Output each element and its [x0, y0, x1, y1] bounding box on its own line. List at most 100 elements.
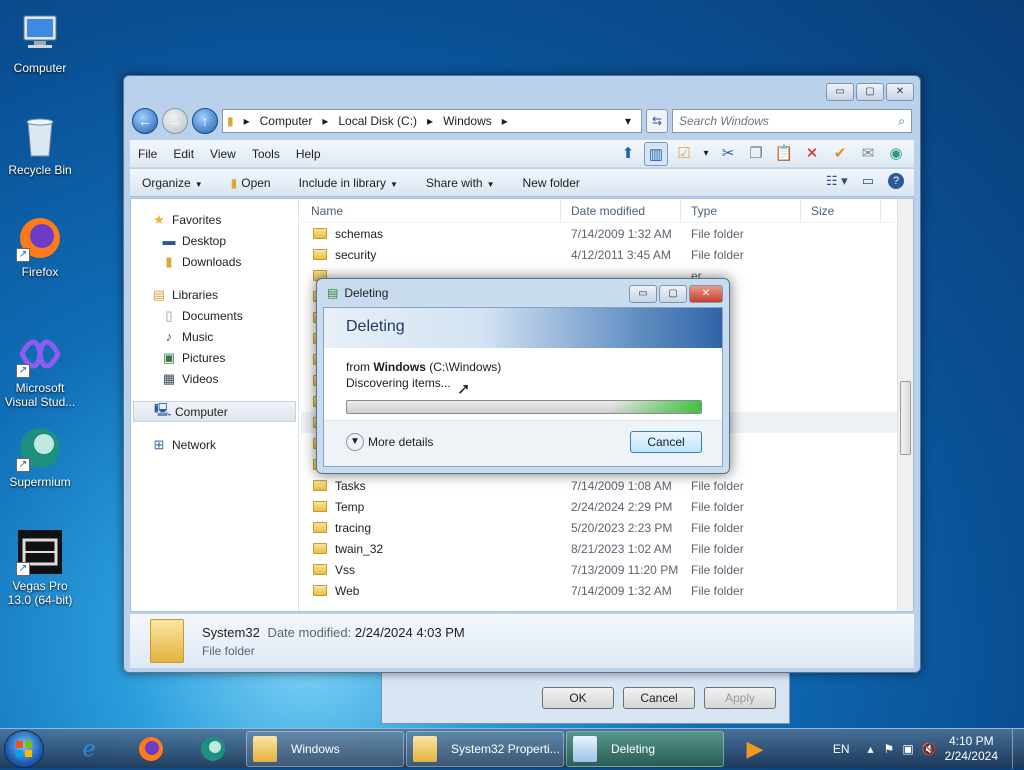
- pane-toggle-icon[interactable]: ▥: [644, 142, 668, 166]
- desktop-icon-recycle-bin[interactable]: Recycle Bin: [0, 112, 80, 177]
- shortcut-arrow-icon: ↗: [16, 562, 30, 576]
- nav-computer[interactable]: 🖳 Computer: [133, 401, 296, 422]
- desktop-icon-computer[interactable]: Computer: [0, 10, 80, 75]
- volume-muted-icon[interactable]: 🔇: [922, 742, 937, 756]
- breadcrumb-separator: ▸: [322, 114, 329, 128]
- language-indicator[interactable]: EN: [833, 742, 850, 756]
- column-type[interactable]: Type: [681, 199, 801, 222]
- search-icon[interactable]: ⌕: [898, 114, 905, 129]
- start-button[interactable]: [4, 730, 44, 768]
- nav-pictures[interactable]: ▣ Pictures: [131, 347, 298, 368]
- forward-button[interactable]: →: [162, 108, 188, 134]
- chevron-down-icon: ▼: [346, 433, 364, 451]
- breadcrumb-computer[interactable]: Computer: [260, 114, 313, 128]
- apply-button[interactable]: Apply: [704, 687, 776, 709]
- nav-desktop[interactable]: ▬ Desktop: [131, 230, 298, 251]
- refresh-button[interactable]: ⇆: [646, 109, 668, 133]
- address-bar[interactable]: ▮ ▸ Computer ▸ Local Disk (C:) ▸ Windows…: [222, 109, 642, 133]
- menu-edit[interactable]: Edit: [173, 147, 194, 161]
- taskbar-supermium-icon[interactable]: [186, 731, 240, 767]
- taskbar-ie-icon[interactable]: ℯ: [62, 731, 116, 767]
- search-input[interactable]: Search Windows: [679, 114, 769, 128]
- preview-pane-icon[interactable]: ▭: [862, 173, 874, 189]
- include-in-library-button[interactable]: Include in library ▼: [299, 176, 398, 190]
- breadcrumb-local-disk[interactable]: Local Disk (C:): [338, 114, 417, 128]
- ok-button[interactable]: OK: [542, 687, 614, 709]
- table-row[interactable]: Tasks 7/14/2009 1:08 AM File folder: [301, 475, 897, 496]
- view-options-icon[interactable]: ☷ ▾: [826, 173, 848, 189]
- desktop-icon-vegas-pro[interactable]: ↗ Vegas Pro 13.0 (64-bit): [0, 528, 80, 607]
- taskbar-task-deleting[interactable]: Deleting: [566, 731, 724, 767]
- table-row[interactable]: Vss 7/13/2009 11:20 PM File folder: [301, 559, 897, 580]
- cancel-button[interactable]: Cancel: [623, 687, 695, 709]
- table-row[interactable]: security 4/12/2011 3:45 AM File folder: [301, 244, 897, 265]
- share-with-button[interactable]: Share with ▼: [426, 176, 495, 190]
- minimize-button[interactable]: ▭: [826, 83, 854, 101]
- libraries-icon: ▤: [152, 286, 166, 302]
- cut-icon[interactable]: ✂: [716, 142, 740, 166]
- menu-help[interactable]: Help: [296, 147, 321, 161]
- desktop-icon-visual-studio[interactable]: ↗ Microsoft Visual Stud...: [0, 330, 80, 409]
- up-button[interactable]: ↑: [192, 108, 218, 134]
- column-name[interactable]: Name: [301, 199, 561, 222]
- table-row[interactable]: twain_32 8/21/2023 1:02 AM File folder: [301, 538, 897, 559]
- taskbar-firefox-icon[interactable]: [124, 731, 178, 767]
- dropdown-icon[interactable]: ▾: [700, 142, 712, 166]
- nav-libraries[interactable]: ▤ Libraries: [131, 284, 298, 305]
- delete-icon[interactable]: ✕: [800, 142, 824, 166]
- properties-check-icon[interactable]: ✔: [828, 142, 852, 166]
- desktop-icon-supermium[interactable]: ↗ Supermium: [0, 424, 80, 489]
- go-up-icon[interactable]: ⬆: [616, 142, 640, 166]
- menu-view[interactable]: View: [210, 147, 236, 161]
- copy-icon[interactable]: ❐: [744, 142, 768, 166]
- taskbar-task-system32-properties[interactable]: System32 Properti...: [406, 731, 564, 767]
- scrollbar-thumb[interactable]: [900, 381, 911, 455]
- more-details-toggle[interactable]: ▼ More details: [346, 433, 433, 451]
- show-hidden-icons-icon[interactable]: ▴: [868, 742, 874, 756]
- shortcut-arrow-icon: ↗: [16, 248, 30, 262]
- close-button[interactable]: ✕: [886, 83, 914, 101]
- new-folder-button[interactable]: New folder: [523, 176, 580, 190]
- nav-music[interactable]: ♪ Music: [131, 326, 298, 347]
- nav-favorites[interactable]: ★ Favorites: [131, 209, 298, 230]
- maximize-button[interactable]: ▢: [856, 83, 884, 101]
- nav-documents[interactable]: ▯ Documents: [131, 305, 298, 326]
- nav-downloads[interactable]: ▮ Downloads: [131, 251, 298, 272]
- clock[interactable]: 4:10 PM 2/24/2024: [945, 734, 998, 764]
- paste-icon[interactable]: 📋: [772, 142, 796, 166]
- chevron-down-icon: ▼: [486, 179, 495, 189]
- desktop-icon-firefox[interactable]: ↗ Firefox: [0, 214, 80, 279]
- close-button[interactable]: ✕: [689, 285, 723, 303]
- menu-file[interactable]: File: [138, 147, 157, 161]
- table-row[interactable]: Temp 2/24/2024 2:29 PM File folder: [301, 496, 897, 517]
- show-desktop-button[interactable]: [1012, 729, 1024, 769]
- breadcrumb-windows[interactable]: Windows: [443, 114, 492, 128]
- email-icon[interactable]: ✉: [856, 142, 880, 166]
- column-date-modified[interactable]: Date modified: [561, 199, 681, 222]
- table-row[interactable]: tracing 5/20/2023 2:23 PM File folder: [301, 517, 897, 538]
- help-icon[interactable]: ?: [888, 173, 904, 189]
- action-center-flag-icon[interactable]: ⚑: [884, 742, 895, 756]
- network-tray-icon[interactable]: ▣: [902, 742, 913, 756]
- cancel-delete-button[interactable]: Cancel: [630, 431, 702, 453]
- menu-tools[interactable]: Tools: [252, 147, 280, 161]
- table-row[interactable]: Web 7/14/2009 1:32 AM File folder: [301, 580, 897, 601]
- vertical-scrollbar[interactable]: [897, 199, 913, 611]
- organize-button[interactable]: Organize ▼: [142, 176, 203, 190]
- globe-icon[interactable]: ◉: [884, 142, 908, 166]
- back-button[interactable]: ←: [132, 108, 158, 134]
- nav-network[interactable]: ⊞ Network: [131, 434, 298, 455]
- address-dropdown-icon[interactable]: ▾: [625, 114, 631, 128]
- table-row[interactable]: schemas 7/14/2009 1:32 AM File folder: [301, 223, 897, 244]
- column-size[interactable]: Size: [801, 199, 881, 222]
- taskbar-media-player-icon[interactable]: ▶: [728, 731, 782, 767]
- nav-videos[interactable]: ▦ Videos: [131, 368, 298, 389]
- select-icon[interactable]: ☑: [672, 142, 696, 166]
- minimize-button[interactable]: ▭: [629, 285, 657, 303]
- maximize-button[interactable]: ▢: [659, 285, 687, 303]
- taskbar-task-windows[interactable]: Windows: [246, 731, 404, 767]
- open-button[interactable]: ▮ Open: [231, 176, 271, 190]
- nav-label: Documents: [182, 308, 243, 323]
- file-date: 5/20/2023 2:23 PM: [571, 520, 673, 535]
- search-box[interactable]: Search Windows ⌕: [672, 109, 912, 133]
